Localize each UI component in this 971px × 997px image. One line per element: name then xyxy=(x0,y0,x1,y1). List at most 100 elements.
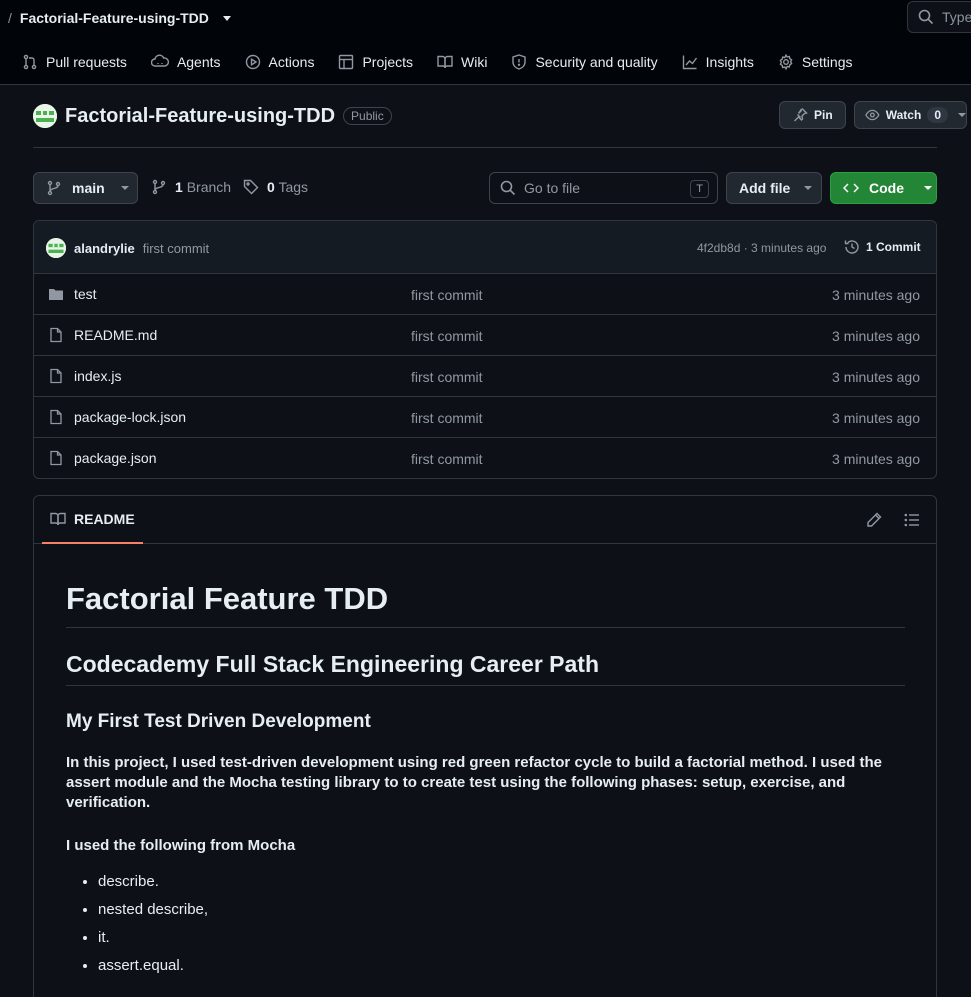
go-to-file-input[interactable]: Go to file T xyxy=(489,172,718,204)
file-icon xyxy=(50,409,62,425)
nav-agents[interactable]: Agents xyxy=(150,54,221,70)
breadcrumb-separator: / xyxy=(8,10,12,26)
chevron-down-icon[interactable] xyxy=(958,113,966,117)
file-commit-message[interactable]: first commit xyxy=(411,369,483,385)
repo-title-group: Factorial-Feature-using-TDD Public xyxy=(33,104,392,128)
breadcrumb-repo-link[interactable]: Factorial-Feature-using-TDD xyxy=(20,10,209,26)
agents-icon xyxy=(150,54,169,67)
nav-projects[interactable]: Projects xyxy=(338,54,413,70)
latest-commit-author: alandrylie first commit xyxy=(46,238,209,258)
file-name-link[interactable]: package.json xyxy=(74,450,157,466)
pencil-icon[interactable] xyxy=(866,512,882,528)
tag-icon xyxy=(243,179,259,195)
nav-wiki[interactable]: Wiki xyxy=(437,54,487,70)
chevron-down-icon xyxy=(924,186,932,190)
code-icon xyxy=(843,183,859,193)
file-name-link[interactable]: package-lock.json xyxy=(74,409,186,425)
file-commit-message[interactable]: first commit xyxy=(411,451,483,467)
repo-nav: Pull requests Agents Actions Projects Wi… xyxy=(22,50,877,74)
table-row[interactable]: package-lock.json first commit 3 minutes… xyxy=(34,397,936,438)
folder-icon xyxy=(49,289,63,300)
table-row[interactable]: package.json first commit 3 minutes ago xyxy=(34,438,936,478)
branch-icon xyxy=(152,179,166,195)
file-table: alandrylie first commit 4f2db8d · 3 minu… xyxy=(33,220,937,479)
table-row[interactable]: test first commit 3 minutes ago xyxy=(34,274,936,315)
shortcut-hint: T xyxy=(690,180,709,198)
readme-content: Factorial Feature TDD Codecademy Full St… xyxy=(66,580,905,984)
file-icon xyxy=(50,327,62,343)
list-item: assert.equal. xyxy=(98,956,905,976)
global-search-placeholder: Type xyxy=(942,9,971,25)
readme-tools xyxy=(866,512,920,528)
repo-title[interactable]: Factorial-Feature-using-TDD xyxy=(65,105,335,128)
pull-request-icon xyxy=(23,54,37,70)
global-search-input[interactable]: Type xyxy=(907,1,971,33)
readme-paragraph: I used the following from Mocha xyxy=(66,837,296,855)
file-commit-message[interactable]: first commit xyxy=(411,410,483,426)
nav-security[interactable]: Security and quality xyxy=(511,54,658,70)
nav-settings[interactable]: Settings xyxy=(778,54,853,70)
branch-tag-info: 1 Branch 0 Tags xyxy=(151,179,308,195)
pin-button[interactable]: Pin xyxy=(779,101,846,129)
play-icon xyxy=(245,54,260,70)
list-item: it. xyxy=(98,928,905,948)
file-age: 3 minutes ago xyxy=(832,451,920,467)
commit-message-link[interactable]: first commit xyxy=(143,241,209,256)
readme-panel: README Factorial Feature TDD Codecademy … xyxy=(33,495,937,997)
repo-header: Factorial-Feature-using-TDD Public Pin W… xyxy=(33,100,967,148)
book-icon xyxy=(437,55,453,69)
readme-subtitle: Codecademy Full Stack Engineering Career… xyxy=(66,650,905,686)
add-file-button[interactable]: Add file xyxy=(726,172,822,204)
branch-icon xyxy=(47,180,61,196)
file-age: 3 minutes ago xyxy=(832,410,920,426)
branches-link[interactable]: 1 Branch xyxy=(151,179,231,195)
readme-paragraph: In this project, I used test-driven deve… xyxy=(66,754,882,812)
commit-sha[interactable]: 4f2db8d · 3 minutes ago xyxy=(697,241,826,255)
table-icon xyxy=(339,54,354,70)
readme-title: Factorial Feature TDD xyxy=(66,580,905,628)
gear-icon xyxy=(779,54,793,70)
file-commit-message[interactable]: first commit xyxy=(411,287,483,303)
latest-commit-bar: alandrylie first commit 4f2db8d · 3 minu… xyxy=(34,221,936,274)
tags-link[interactable]: 0 Tags xyxy=(243,179,308,195)
commits-link[interactable]: 1 Commit xyxy=(844,239,921,255)
breadcrumb: / Factorial-Feature-using-TDD xyxy=(8,8,231,28)
commit-author-link[interactable]: alandrylie xyxy=(74,241,135,256)
graph-icon xyxy=(682,55,697,70)
tab-readme[interactable]: README xyxy=(42,496,143,544)
nav-actions[interactable]: Actions xyxy=(245,54,314,70)
nav-insights[interactable]: Insights xyxy=(682,54,754,70)
file-name-link[interactable]: index.js xyxy=(74,368,121,384)
file-icon xyxy=(50,450,62,466)
list-item: describe. xyxy=(98,872,905,892)
file-toolbar: main 1 Branch 0 Tags Go to file T Add fi… xyxy=(33,172,937,204)
avatar[interactable] xyxy=(46,238,66,258)
readme-list: describe. nested describe, it. assert.eq… xyxy=(66,872,905,976)
chevron-down-icon[interactable] xyxy=(222,15,231,21)
file-age: 3 minutes ago xyxy=(832,369,920,385)
watch-count: 0 xyxy=(927,107,948,123)
table-row[interactable]: index.js first commit 3 minutes ago xyxy=(34,356,936,397)
file-age: 3 minutes ago xyxy=(832,287,920,303)
list-icon[interactable] xyxy=(904,512,920,528)
list-item: nested describe, xyxy=(98,900,905,920)
branch-select[interactable]: main xyxy=(33,172,138,204)
chevron-down-icon xyxy=(804,186,813,190)
search-icon xyxy=(918,9,934,25)
readme-header: README xyxy=(34,496,936,544)
table-row[interactable]: README.md first commit 3 minutes ago xyxy=(34,315,936,356)
file-icon xyxy=(50,368,62,384)
pin-icon xyxy=(794,108,808,122)
watch-button[interactable]: Watch 0 xyxy=(854,101,967,129)
top-bar: / Factorial-Feature-using-TDD Type Pull … xyxy=(0,0,971,85)
file-name-link[interactable]: README.md xyxy=(74,327,157,343)
file-age: 3 minutes ago xyxy=(832,328,920,344)
code-button[interactable]: Code xyxy=(830,172,937,204)
eye-icon xyxy=(865,109,880,121)
file-commit-message[interactable]: first commit xyxy=(411,328,483,344)
nav-pull-requests[interactable]: Pull requests xyxy=(22,54,127,70)
avatar[interactable] xyxy=(33,104,57,128)
file-name-link[interactable]: test xyxy=(74,286,97,302)
shield-icon xyxy=(512,54,527,70)
history-icon xyxy=(844,240,859,254)
